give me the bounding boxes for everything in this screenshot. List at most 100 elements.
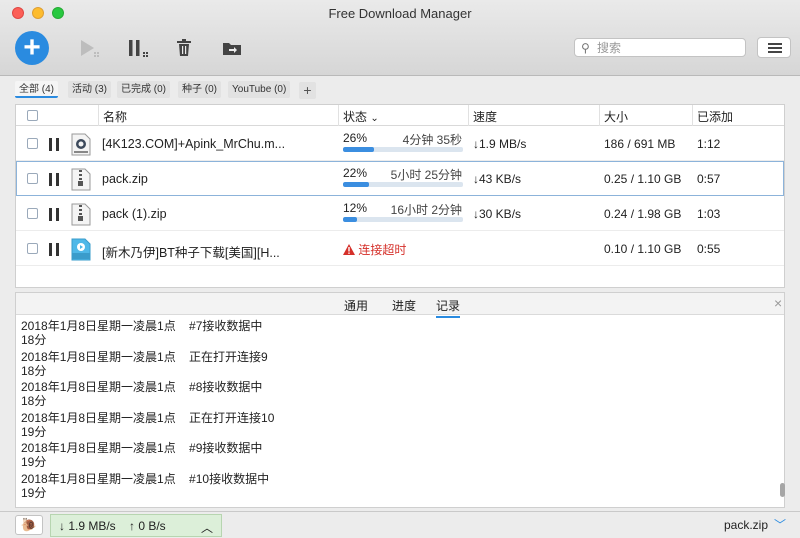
- file-size: 0.24 / 1.98 GB: [604, 207, 682, 221]
- row-checkbox[interactable]: [27, 208, 38, 219]
- sort-chevron-icon: ⌄: [370, 113, 379, 124]
- progress-fill: [343, 182, 370, 187]
- filter-tab-torrents[interactable]: 种子 (0): [178, 81, 221, 98]
- log-entry: 2018年1月8日星期一凌晨1点 #10接收数据中 19分: [21, 472, 761, 503]
- log-line-time: 18分: [21, 363, 47, 378]
- zip-file-icon: [71, 203, 91, 226]
- column-divider: [692, 105, 693, 126]
- log-entry: 2018年1月8日星期一凌晨1点 #9接收数据中 19分: [21, 441, 761, 472]
- current-file-name: pack.zip: [724, 518, 769, 532]
- table-row[interactable]: [新木乃伊]BT种子下载[美国][H... 连接超时 0.10 / 1.10 G…: [16, 231, 784, 266]
- table-row[interactable]: pack (1).zip 12% 16小时 2分钟 ↓30 KB/s 0.24 …: [16, 196, 784, 231]
- main-menu-button[interactable]: [757, 37, 791, 58]
- select-all-checkbox[interactable]: [27, 110, 38, 121]
- column-header-size[interactable]: 大小: [604, 108, 628, 125]
- filter-tab-active[interactable]: 活动 (3): [68, 81, 111, 98]
- log-line: 2018年1月8日星期一凌晨1点 #8接收数据中: [21, 380, 263, 394]
- search-input[interactable]: [597, 40, 742, 55]
- zip-file-icon: [71, 168, 91, 191]
- mpeg4-file-icon: [71, 133, 91, 156]
- log-list: 2018年1月8日星期一凌晨1点 #7接收数据中 18分 2018年1月8日星期一…: [21, 319, 761, 502]
- warning-icon: [343, 244, 355, 255]
- add-download-button[interactable]: +: [15, 31, 49, 65]
- log-line: 2018年1月8日星期一凌晨1点 #9接收数据中: [21, 441, 263, 455]
- column-header-speed[interactable]: 速度: [473, 108, 497, 125]
- hamburger-icon-line: [768, 47, 782, 49]
- app-window: Free Download Manager + ⚲ 全部 (4) 活动 (3) …: [0, 0, 800, 538]
- log-line: 2018年1月8日星期一凌晨1点 #10接收数据中: [21, 471, 270, 486]
- file-size: 0.25 / 1.10 GB: [604, 172, 682, 186]
- chevron-down-icon[interactable]: ﹀: [774, 516, 786, 533]
- hamburger-icon-line: [768, 51, 782, 53]
- log-scrollbar[interactable]: [780, 483, 785, 497]
- log-line: 2018年1月8日星期一凌晨1点 正在打开连接10: [21, 410, 275, 425]
- time-remaining: 16小时 2分钟: [390, 203, 462, 217]
- snail-icon: 🐌: [20, 517, 38, 532]
- pause-all-button[interactable]: [125, 36, 151, 62]
- filter-tab-completed[interactable]: 已完成 (0): [117, 81, 170, 98]
- start-button[interactable]: [76, 36, 102, 62]
- log-line-time: 18分: [21, 394, 47, 408]
- pause-icon-bar: [49, 138, 52, 151]
- search-icon: ⚲: [581, 41, 590, 55]
- pause-icon-bar: [56, 138, 59, 151]
- time-remaining: 5小时 25分钟: [390, 168, 462, 182]
- pause-icon-bar: [49, 243, 52, 256]
- tab-progress[interactable]: 进度: [392, 297, 416, 314]
- folder-move-icon: [223, 43, 241, 55]
- column-divider: [338, 105, 339, 126]
- pause-icon-bar: [56, 208, 59, 221]
- delete-button[interactable]: [171, 36, 197, 62]
- file-name: pack (1).zip: [102, 207, 167, 221]
- download-speed: ↓43 KB/s: [473, 172, 522, 186]
- log-line-time: 19分: [21, 455, 47, 469]
- speed-summary[interactable]: ↓ 1.9 MB/s ↑ 0 B/s ︿: [50, 514, 222, 537]
- file-size: 186 / 691 MB: [604, 137, 676, 151]
- total-download-speed: ↓ 1.9 MB/s: [59, 519, 116, 533]
- log-entry: 2018年1月8日星期一凌晨1点 #8接收数据中 18分: [21, 380, 761, 411]
- row-checkbox[interactable]: [27, 243, 38, 254]
- log-entry: 2018年1月8日星期一凌晨1点 正在打开连接9 18分: [21, 350, 761, 381]
- tab-general[interactable]: 通用: [344, 297, 368, 314]
- log-entry: 2018年1月8日星期一凌晨1点 正在打开连接10 19分: [21, 411, 761, 442]
- filter-tab-all[interactable]: 全部 (4): [15, 81, 58, 98]
- row-checkbox[interactable]: [27, 138, 38, 149]
- added-time: 1:12: [697, 137, 721, 151]
- log-line-time: 19分: [21, 485, 47, 500]
- row-pause-button[interactable]: [49, 138, 60, 151]
- progress-fill: [343, 147, 375, 152]
- wmv-file-icon: [71, 238, 91, 261]
- search-box[interactable]: ⚲: [574, 38, 746, 57]
- progress-bar: [343, 147, 463, 152]
- window-title: Free Download Manager: [328, 6, 472, 21]
- log-line: 2018年1月8日星期一凌晨1点 正在打开连接9: [21, 349, 268, 364]
- progress-fill: [343, 217, 358, 222]
- download-speed: ↓30 KB/s: [473, 207, 522, 221]
- file-name: pack.zip: [102, 172, 148, 186]
- column-divider: [468, 105, 469, 126]
- total-upload-speed: ↑ 0 B/s: [129, 519, 166, 533]
- row-pause-button[interactable]: [49, 208, 60, 221]
- table-row[interactable]: pack.zip 22% 5小时 25分钟 ↓43 KB/s 0.25 / 1.…: [16, 161, 784, 196]
- row-pause-button[interactable]: [49, 173, 60, 186]
- column-header-status[interactable]: 状态 ⌄: [343, 108, 379, 125]
- table-header: 名称 状态 ⌄ 速度 大小 已添加: [16, 105, 784, 126]
- move-to-folder-button[interactable]: [219, 36, 245, 62]
- column-header-name[interactable]: 名称: [103, 108, 127, 125]
- add-filter-tab-button[interactable]: +: [299, 82, 316, 99]
- filter-tab-youtube[interactable]: YouTube (0): [228, 81, 291, 98]
- row-checkbox[interactable]: [27, 173, 38, 184]
- row-pause-button[interactable]: [49, 243, 60, 256]
- column-header-added[interactable]: 已添加: [697, 108, 733, 125]
- filter-tabs: 全部 (4) 活动 (3) 已完成 (0) 种子 (0) YouTube (0): [0, 77, 800, 102]
- title-bar: Free Download Manager + ⚲: [0, 0, 800, 76]
- download-speed: ↓1.9 MB/s: [473, 137, 527, 151]
- tab-log[interactable]: 记录: [436, 297, 461, 318]
- pause-icon-bar: [49, 208, 52, 221]
- close-icon[interactable]: ×: [774, 295, 782, 311]
- speed-limit-button[interactable]: 🐌: [15, 515, 43, 535]
- downloads-table: 名称 状态 ⌄ 速度 大小 已添加 [4K123.COM]+Apink_MrCh…: [15, 104, 785, 288]
- pause-icon-bar: [56, 243, 59, 256]
- table-row[interactable]: [4K123.COM]+Apink_MrChu.m... 26% 4分钟 35秒…: [16, 126, 784, 161]
- hamburger-icon: [768, 43, 782, 45]
